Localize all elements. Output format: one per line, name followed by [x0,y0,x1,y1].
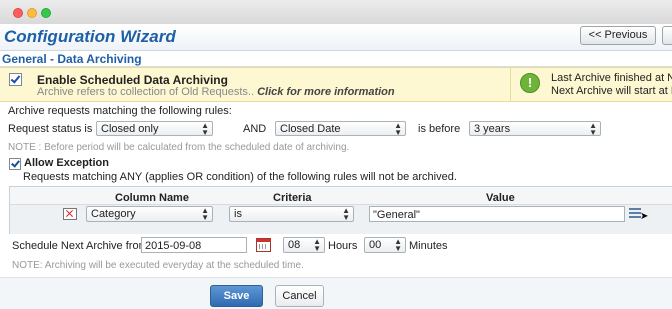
cancel-button[interactable]: Cancel [275,285,324,307]
minutes-select[interactable]: 00 ▲ ▼ [364,237,406,253]
schedule-label: Schedule Next Archive from [12,240,148,252]
request-status-select[interactable]: Closed only ▲ ▼ [96,121,213,136]
schedule-note: NOTE: Archiving will be executed everyda… [12,260,304,271]
is-before-label: is before [418,123,461,135]
calendar-icon[interactable] [256,238,271,252]
hours-value: 08 [288,239,301,251]
next-archive-status: Next Archive will start at N/A [551,85,672,97]
banner-subtitle-row: Archive refers to collection of Old Requ… [37,86,395,98]
minutes-value: 00 [369,239,382,251]
minimize-window-button[interactable] [27,8,37,18]
archiving-banner: Enable Scheduled Data Archiving Archive … [0,67,510,102]
rule-criteria-select[interactable]: is ▲ ▼ [229,206,354,222]
rule-column-value: Category [91,208,136,220]
select-arrows-icon: ▲ ▼ [394,237,402,253]
exception-description: Requests matching ANY (applies OR condit… [23,171,457,183]
period-select[interactable]: 3 years ▲ ▼ [469,121,601,136]
allow-exception-checkbox[interactable] [9,158,21,170]
close-window-button[interactable] [13,8,23,18]
window-titlebar [0,0,672,25]
next-button[interactable] [662,26,672,45]
date-field-select[interactable]: Closed Date ▲ ▼ [275,121,406,136]
select-arrows-icon: ▲ ▼ [589,121,597,136]
request-status-value: Closed only [101,123,159,135]
request-status-label: Request status is [8,123,93,135]
column-header-column-name: Column Name [115,192,189,204]
rule-criteria-value: is [234,208,242,220]
ok-status-icon: ! [520,73,540,93]
rules-heading: Archive requests matching the following … [8,105,232,117]
select-arrows-icon: ▲ ▼ [342,206,350,222]
value-picker-icon[interactable]: ➤ [629,207,649,222]
zoom-window-button[interactable] [41,8,51,18]
configuration-wizard-window: Configuration Wizard << Previous General… [0,0,672,309]
wizard-header: Configuration Wizard << Previous [0,24,672,51]
delete-rule-icon[interactable] [63,208,77,220]
schedule-date-input[interactable]: 2015-09-08 [141,237,247,253]
minutes-label: Minutes [409,240,448,252]
page-title: Configuration Wizard [4,27,176,46]
hours-label: Hours [328,240,358,252]
last-archive-status: Last Archive finished at N/A [551,72,672,84]
save-button[interactable]: Save [210,285,263,307]
select-arrows-icon: ▲ ▼ [201,121,209,136]
allow-exception-label: Allow Exception [24,157,109,169]
rule-column-select[interactable]: Category ▲ ▼ [86,206,213,222]
previous-button[interactable]: << Previous [580,26,656,45]
section-title: General - Data Archiving [2,52,142,66]
select-arrows-icon: ▲ ▼ [201,206,209,222]
rule-value-input[interactable]: "General" [369,206,625,222]
wizard-footer [0,277,672,309]
select-arrows-icon: ▲ ▼ [313,237,321,253]
hours-select[interactable]: 08 ▲ ▼ [283,237,325,253]
archive-status-box: ! Last Archive finished at N/A Next Arch… [510,67,672,102]
column-header-value: Value [486,192,515,204]
cursor-icon: ➤ [640,211,649,222]
banner-title: Enable Scheduled Data Archiving [37,73,228,87]
enable-archiving-checkbox[interactable] [9,73,22,86]
column-header-criteria: Criteria [273,192,312,204]
and-label: AND [243,123,267,135]
banner-subtitle: Archive refers to collection of Old Requ… [37,86,255,98]
period-value: 3 years [474,123,511,135]
rules-note: NOTE : Before period will be calculated … [8,142,350,153]
more-info-link[interactable]: Click for more information [257,86,395,98]
select-arrows-icon: ▲ ▼ [394,121,402,136]
date-field-value: Closed Date [280,123,341,135]
